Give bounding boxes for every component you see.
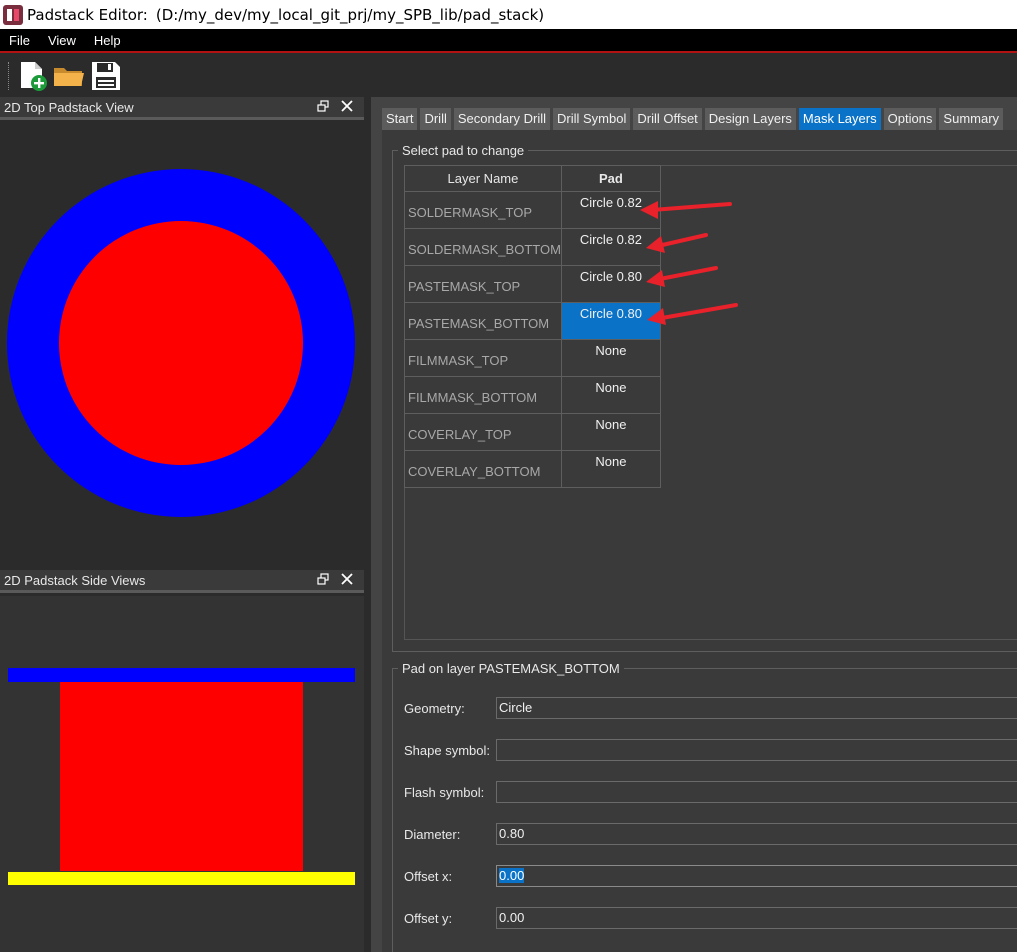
open-button[interactable] — [52, 59, 86, 93]
offset-y-field[interactable]: 0.00 — [496, 907, 1017, 929]
menu-file[interactable]: File — [0, 33, 39, 48]
offset-x-field[interactable]: 0.00 — [496, 865, 1017, 887]
diameter-label: Diameter: — [404, 827, 461, 842]
tab-bar: Start Drill Secondary Drill Drill Symbol… — [382, 108, 1006, 130]
mask-layer-table: Layer Name Pad SOLDERMASK_TOP Circle 0.8… — [404, 165, 661, 488]
tab-options[interactable]: Options — [883, 108, 937, 130]
annotation-arrowhead — [647, 308, 666, 325]
new-button[interactable] — [15, 59, 49, 93]
app-title: Padstack Editor: — [27, 5, 148, 24]
tab-start[interactable]: Start — [382, 108, 418, 130]
title-bar: Padstack Editor: (D:/my_dev/my_local_git_… — [0, 0, 1017, 29]
shape-symbol-field[interactable] — [496, 739, 1017, 761]
bottom-layer-bar — [8, 872, 355, 885]
table-row[interactable]: SOLDERMASK_TOP Circle 0.82 — [404, 191, 661, 229]
annotation-arrows — [640, 201, 738, 325]
layer-name-cell: PASTEMASK_TOP — [404, 265, 562, 303]
tab-drill-symbol[interactable]: Drill Symbol — [553, 108, 631, 130]
table-row[interactable]: COVERLAY_BOTTOM None — [404, 450, 661, 488]
top-layer-bar — [8, 668, 355, 682]
splitter[interactable] — [364, 97, 371, 952]
tab-summary[interactable]: Summary — [939, 108, 1004, 130]
offset-x-value: 0.00 — [499, 868, 525, 883]
column-header-layer[interactable]: Layer Name — [404, 165, 562, 192]
tab-mask-layers[interactable]: Mask Layers — [798, 108, 881, 130]
menu-help[interactable]: Help — [85, 33, 130, 48]
layer-name-cell: SOLDERMASK_BOTTOM — [404, 228, 562, 266]
annotation-arrow — [656, 233, 708, 248]
table-row[interactable]: FILMMASK_BOTTOM None — [404, 376, 661, 414]
pad-cell[interactable]: None — [560, 376, 661, 414]
top-view-canvas — [0, 123, 364, 563]
layer-name-cell: COVERLAY_TOP — [404, 413, 562, 451]
new-file-icon — [21, 61, 47, 91]
offset-y-label: Offset y: — [404, 911, 453, 926]
side-view-header[interactable]: 2D Padstack Side Views — [0, 570, 364, 593]
close-icon[interactable] — [340, 573, 354, 587]
toolbar — [0, 55, 1017, 96]
table-row[interactable]: PASTEMASK_TOP Circle 0.80 — [404, 265, 661, 303]
annotation-arrowhead — [646, 270, 665, 287]
layer-name-cell: FILMMASK_BOTTOM — [404, 376, 562, 414]
tab-drill[interactable]: Drill — [420, 108, 451, 130]
pad-cell[interactable]: None — [560, 413, 661, 451]
save-icon — [92, 61, 120, 90]
open-folder-icon — [54, 67, 84, 86]
shape-symbol-label: Shape symbol: — [404, 743, 490, 758]
table-row[interactable]: SOLDERMASK_BOTTOM Circle 0.82 — [404, 228, 661, 266]
inner-pad-circle — [59, 221, 303, 465]
layer-name-cell: FILMMASK_TOP — [404, 339, 562, 377]
annotation-arrow — [658, 266, 718, 281]
window-path: (D:/my_dev/my_local_git_prj/my_SPB_lib/p… — [155, 5, 545, 24]
column-header-pad[interactable]: Pad — [560, 165, 661, 192]
diameter-field[interactable]: 0.80 — [496, 823, 1017, 845]
pad-cell[interactable]: None — [560, 450, 661, 488]
save-button[interactable] — [89, 59, 123, 93]
side-view-title: 2D Padstack Side Views — [4, 572, 146, 588]
offset-x-label: Offset x: — [404, 869, 453, 884]
menu-bar: File View Help — [0, 29, 1017, 53]
tab-secondary-drill[interactable]: Secondary Drill — [453, 108, 551, 130]
flash-symbol-label: Flash symbol: — [404, 785, 485, 800]
geometry-select[interactable]: Circle — [496, 697, 1017, 719]
pad-properties-title: Pad on layer PASTEMASK_BOTTOM — [398, 661, 624, 676]
geometry-label: Geometry: — [404, 701, 465, 716]
undock-icon[interactable] — [316, 100, 330, 114]
toolbar-grip[interactable] — [8, 61, 11, 90]
layer-name-cell: COVERLAY_BOTTOM — [404, 450, 562, 488]
select-pad-title: Select pad to change — [398, 143, 529, 158]
side-view-drawing — [8, 668, 355, 885]
top-view-header[interactable]: 2D Top Padstack View — [0, 97, 364, 120]
layer-name-cell: SOLDERMASK_TOP — [404, 191, 562, 229]
tab-design-layers[interactable]: Design Layers — [704, 108, 796, 130]
tab-drill-offset[interactable]: Drill Offset — [633, 108, 702, 130]
flash-symbol-field[interactable] — [496, 781, 1017, 803]
annotation-arrow — [650, 202, 732, 212]
layer-name-cell: PASTEMASK_BOTTOM — [404, 302, 562, 340]
app-icon — [3, 4, 23, 25]
pad-cell[interactable]: None — [560, 339, 661, 377]
annotation-arrowhead — [640, 201, 658, 219]
undock-icon[interactable] — [316, 573, 330, 587]
top-view-drawing — [7, 169, 355, 517]
menu-view[interactable]: View — [39, 33, 85, 48]
table-row[interactable]: FILMMASK_TOP None — [404, 339, 661, 377]
table-row[interactable]: PASTEMASK_BOTTOM Circle 0.80 — [404, 302, 661, 340]
annotation-arrowhead — [646, 236, 665, 253]
annotation-arrow — [660, 303, 738, 320]
window-title: Padstack Editor: (D:/my_dev/my_local_git_… — [27, 6, 544, 24]
table-row[interactable]: COVERLAY_TOP None — [404, 413, 661, 451]
close-icon[interactable] — [340, 100, 354, 114]
side-view-canvas — [0, 596, 364, 952]
top-view-title: 2D Top Padstack View — [4, 99, 134, 115]
pad-body — [60, 681, 303, 871]
